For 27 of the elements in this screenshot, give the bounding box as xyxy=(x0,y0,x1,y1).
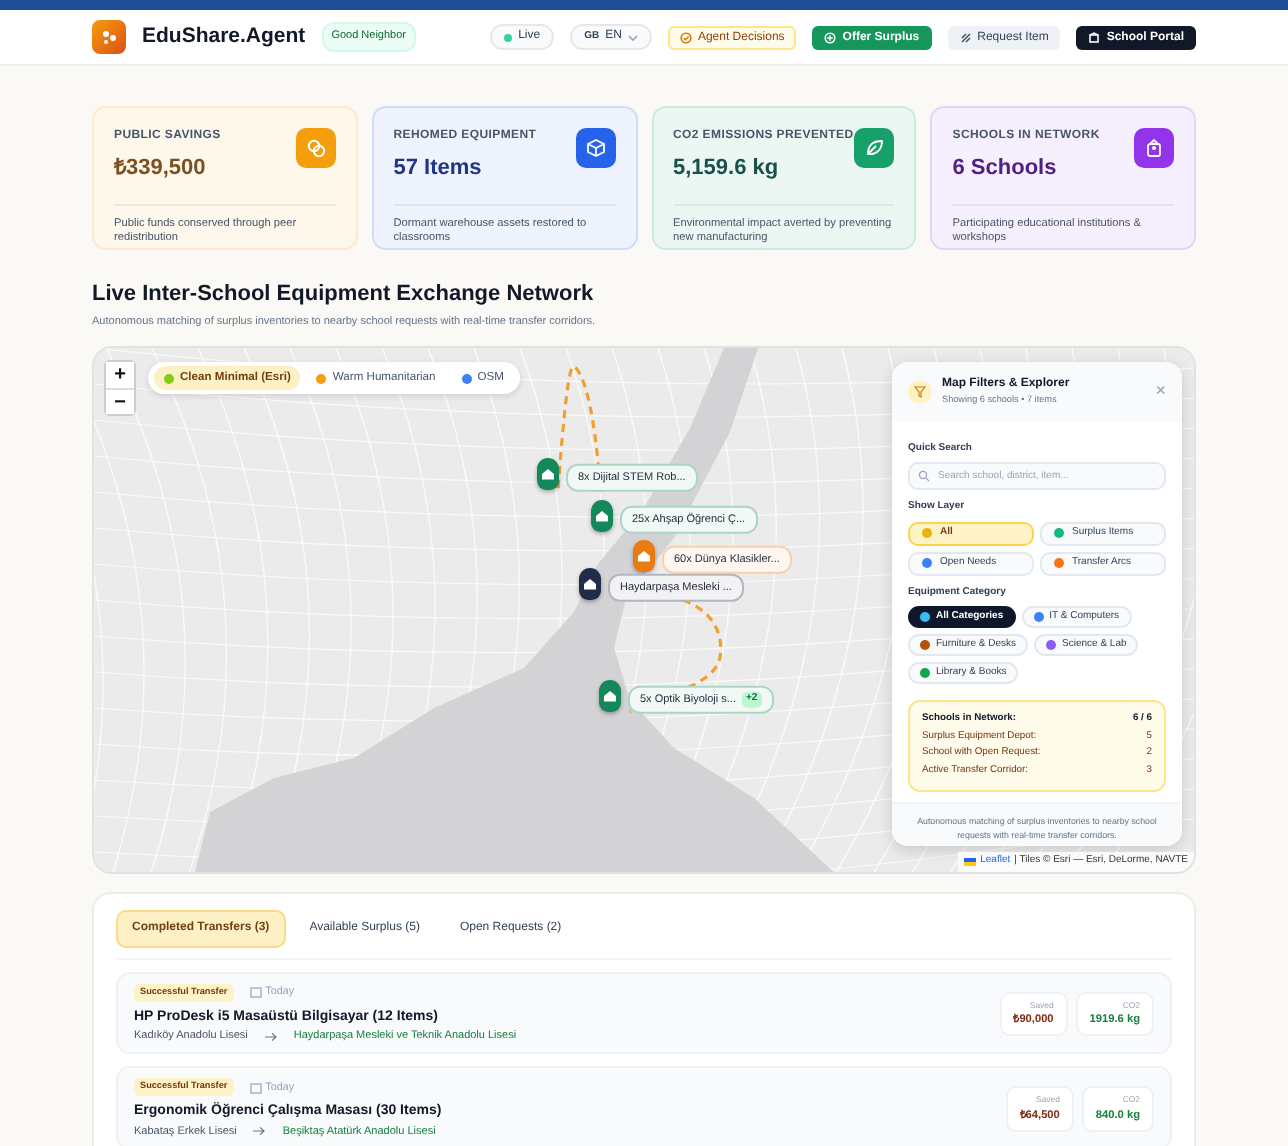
arrow-right-icon xyxy=(252,1126,267,1137)
building-icon xyxy=(1088,31,1101,43)
caret-icon xyxy=(627,33,638,41)
funnel-drawing xyxy=(914,385,926,398)
house-icon xyxy=(595,509,609,522)
house-icon xyxy=(541,467,555,480)
calendar-icon xyxy=(249,1081,262,1094)
section-title: Live Inter-School Equipment Exchange Network xyxy=(92,280,596,310)
brand-name: EduShare.Agent xyxy=(142,21,306,52)
stat-value: 57 Items xyxy=(393,154,484,184)
calendar-icon xyxy=(249,986,262,999)
box-icon xyxy=(585,138,605,158)
house-icon xyxy=(637,549,651,562)
plus-circle-icon xyxy=(824,31,837,43)
stat-value: 5,159.6 kg xyxy=(673,154,781,184)
sparkle-drawing xyxy=(100,28,118,46)
house-icon xyxy=(583,577,597,590)
check-circle-icon xyxy=(679,31,692,43)
stat-value: ₺339,500 xyxy=(114,154,208,184)
house-icon xyxy=(603,689,617,702)
dot-icon xyxy=(504,33,513,41)
leaf-icon xyxy=(864,138,885,158)
coins-icon xyxy=(305,138,326,158)
arrow-right-icon xyxy=(263,1031,278,1042)
zoom-out-button[interactable]: − xyxy=(106,387,134,414)
stat-value: 6 Schools xyxy=(952,154,1059,184)
flag-icon xyxy=(964,858,977,866)
